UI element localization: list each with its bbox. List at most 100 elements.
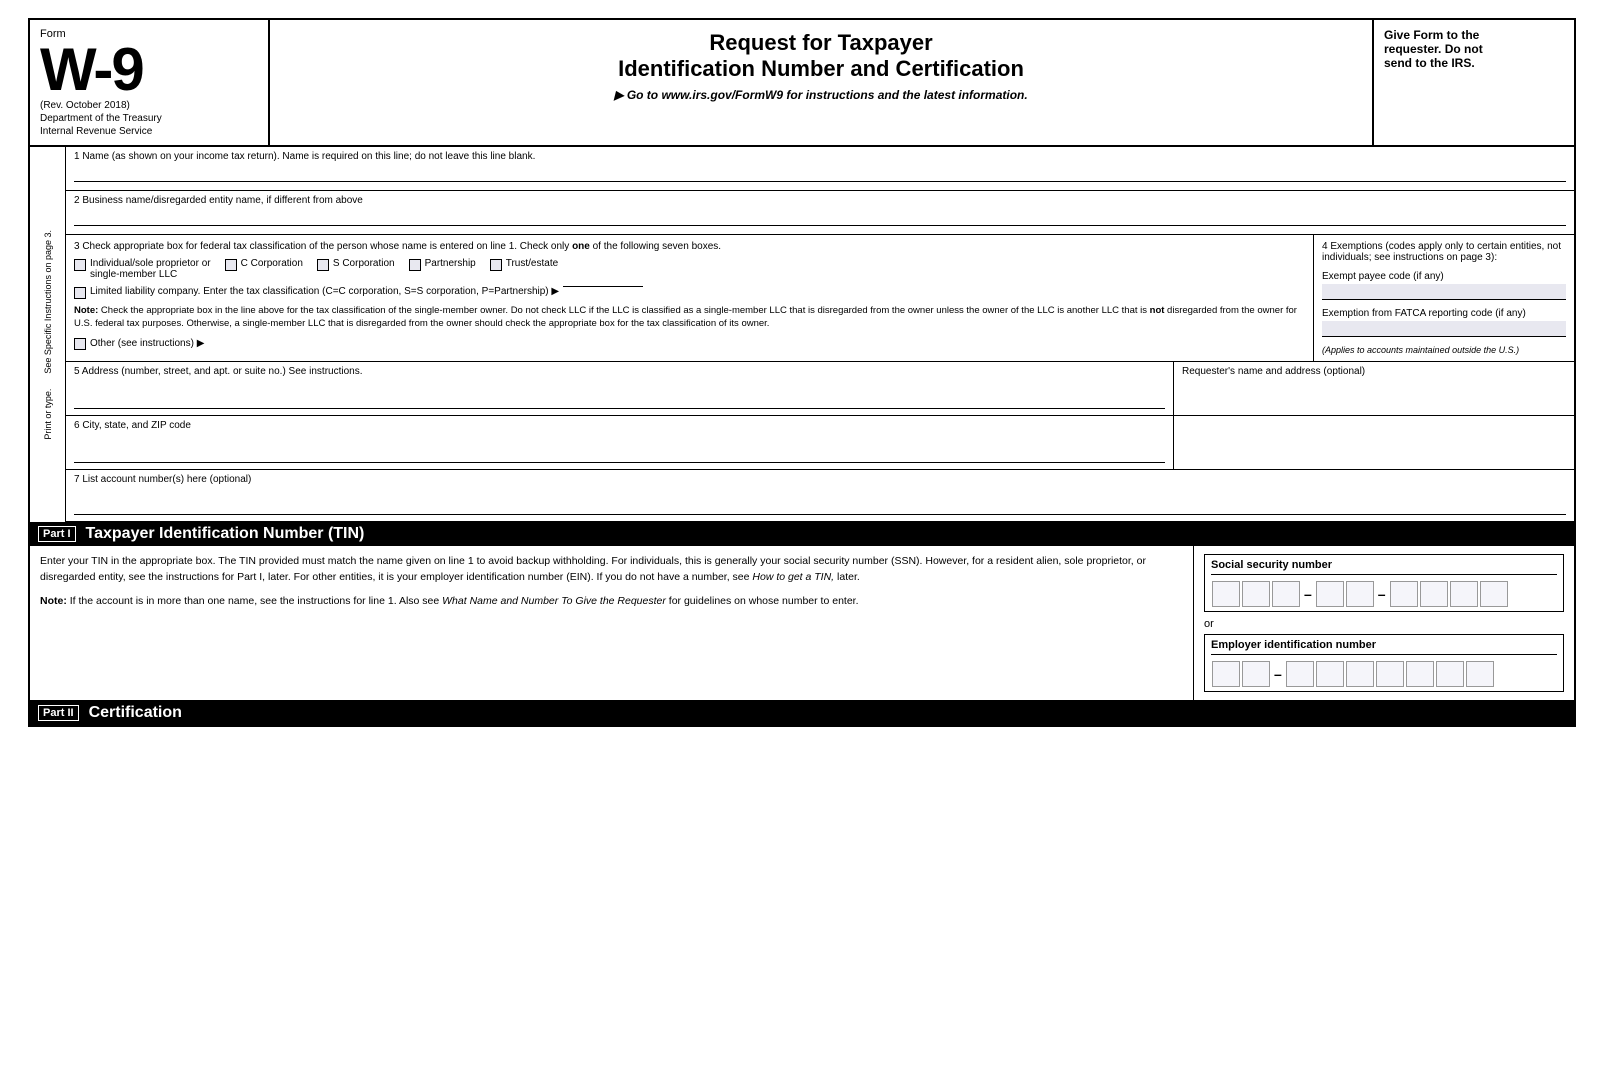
ssn-box-5[interactable] bbox=[1346, 581, 1374, 607]
ein-boxes-row: – bbox=[1211, 661, 1557, 687]
ein-box-5[interactable] bbox=[1346, 661, 1374, 687]
llc-label: Limited liability company. Enter the tax… bbox=[90, 286, 559, 297]
side-label-text2: See Specific Instructions on page 3. bbox=[43, 230, 53, 374]
field1-label: 1 Name (as shown on your income tax retu… bbox=[74, 151, 1566, 162]
side-label-wrapper: Print or type. See Specific Instructions… bbox=[30, 147, 66, 522]
ssn-box-6[interactable] bbox=[1390, 581, 1418, 607]
exempt-payee-input[interactable] bbox=[1322, 284, 1566, 300]
part2-badge: Part II bbox=[38, 705, 79, 721]
how-to-get-tin: How to get a TIN, bbox=[752, 571, 834, 583]
ssn-box-2[interactable] bbox=[1242, 581, 1270, 607]
field6-row: 6 City, state, and ZIP code bbox=[66, 416, 1574, 470]
ssn-box-9[interactable] bbox=[1480, 581, 1508, 607]
note-text: Note: Check the appropriate box in the l… bbox=[74, 305, 1305, 331]
note-bold-label: Note: bbox=[74, 305, 98, 316]
check-c-corp: C Corporation bbox=[225, 258, 303, 271]
label-trust: Trust/estate bbox=[506, 258, 558, 269]
ein-dash: – bbox=[1274, 666, 1282, 682]
form-dept-line1: Department of the Treasury bbox=[40, 113, 258, 124]
give-form-line2: requester. Do not bbox=[1384, 42, 1564, 56]
checkbox-partnership[interactable] bbox=[409, 259, 421, 271]
field1-input[interactable] bbox=[74, 164, 1566, 182]
field2-label: 2 Business name/disregarded entity name,… bbox=[74, 195, 1566, 206]
ein-box-4[interactable] bbox=[1316, 661, 1344, 687]
checkbox-individual[interactable] bbox=[74, 259, 86, 271]
part2-title: Certification bbox=[89, 704, 182, 722]
ein-box-6[interactable] bbox=[1376, 661, 1404, 687]
header-right: Give Form to the requester. Do not send … bbox=[1374, 20, 1574, 145]
check-individual: Individual/sole proprietor orsingle-memb… bbox=[74, 258, 211, 280]
what-name-italic: What Name and Number To Give the Request… bbox=[442, 595, 666, 607]
applies-text: (Applies to accounts maintained outside … bbox=[1322, 345, 1566, 355]
note-not: not bbox=[1150, 305, 1165, 316]
field1-row: 1 Name (as shown on your income tax retu… bbox=[66, 147, 1574, 191]
part1-body-text: Enter your TIN in the appropriate box. T… bbox=[40, 554, 1183, 586]
form-number: W-9 bbox=[40, 40, 258, 100]
ssn-box-7[interactable] bbox=[1420, 581, 1448, 607]
ein-label: Employer identification number bbox=[1211, 639, 1557, 655]
form-rev: (Rev. October 2018) bbox=[40, 100, 258, 111]
fatca-label: Exemption from FATCA reporting code (if … bbox=[1322, 308, 1566, 319]
part1-header: Part I Taxpayer Identification Number (T… bbox=[30, 522, 1574, 546]
header-left: Form W-9 (Rev. October 2018) Department … bbox=[30, 20, 270, 145]
label-s-corp: S Corporation bbox=[333, 258, 395, 269]
ssn-box-8[interactable] bbox=[1450, 581, 1478, 607]
give-form-line1: Give Form to the bbox=[1384, 28, 1564, 42]
ssn-label: Social security number bbox=[1211, 559, 1557, 575]
form-header: Form W-9 (Rev. October 2018) Department … bbox=[30, 20, 1574, 147]
ein-box-8[interactable] bbox=[1436, 661, 1464, 687]
ssn-box-1[interactable] bbox=[1212, 581, 1240, 607]
checkbox-c-corp[interactable] bbox=[225, 259, 237, 271]
field6-left: 6 City, state, and ZIP code bbox=[66, 416, 1174, 469]
form-body: Print or type. See Specific Instructions… bbox=[30, 147, 1574, 522]
ein-box-3[interactable] bbox=[1286, 661, 1314, 687]
w9-form: Form W-9 (Rev. October 2018) Department … bbox=[28, 18, 1576, 727]
ein-box-7[interactable] bbox=[1406, 661, 1434, 687]
ssn-boxes-row: – – bbox=[1211, 581, 1557, 607]
checkbox-trust[interactable] bbox=[490, 259, 502, 271]
check-partnership: Partnership bbox=[409, 258, 476, 271]
field6-label: 6 City, state, and ZIP code bbox=[74, 420, 1165, 431]
ssn-box-4[interactable] bbox=[1316, 581, 1344, 607]
part2-header: Part II Certification bbox=[30, 701, 1574, 725]
field4-label: 4 Exemptions (codes apply only to certai… bbox=[1322, 241, 1566, 263]
fatca-input[interactable] bbox=[1322, 321, 1566, 337]
field7-input[interactable] bbox=[74, 497, 1566, 515]
checkbox-s-corp[interactable] bbox=[317, 259, 329, 271]
checkbox-other[interactable] bbox=[74, 338, 86, 350]
other-label: Other (see instructions) ▶ bbox=[90, 338, 204, 349]
field2-input[interactable] bbox=[74, 208, 1566, 226]
exempt-payee-label: Exempt payee code (if any) bbox=[1322, 271, 1566, 282]
field7-label: 7 List account number(s) here (optional) bbox=[74, 474, 1566, 485]
requesters-label: Requester's name and address (optional) bbox=[1182, 366, 1566, 377]
check-s-corp: S Corporation bbox=[317, 258, 395, 271]
field3-label-one: one bbox=[572, 241, 590, 252]
ein-box-2[interactable] bbox=[1242, 661, 1270, 687]
field6-right bbox=[1174, 416, 1574, 469]
field6-input[interactable] bbox=[74, 445, 1165, 463]
classification-boxes: Individual/sole proprietor orsingle-memb… bbox=[74, 258, 1305, 280]
row3-4: 3 Check appropriate box for federal tax … bbox=[66, 235, 1574, 362]
llc-line-input[interactable] bbox=[563, 286, 643, 287]
llc-row: Limited liability company. Enter the tax… bbox=[74, 286, 1305, 299]
ein-box-9[interactable] bbox=[1466, 661, 1494, 687]
requesters-right: Requester's name and address (optional) bbox=[1174, 362, 1574, 415]
label-c-corp: C Corporation bbox=[241, 258, 303, 269]
ein-box-1[interactable] bbox=[1212, 661, 1240, 687]
ssn-box-3[interactable] bbox=[1272, 581, 1300, 607]
field3-label: 3 Check appropriate box for federal tax … bbox=[74, 241, 1305, 252]
part1-left: Enter your TIN in the appropriate box. T… bbox=[30, 546, 1194, 700]
checkbox-llc[interactable] bbox=[74, 287, 86, 299]
ssn-dash-2: – bbox=[1378, 586, 1386, 602]
field2-row: 2 Business name/disregarded entity name,… bbox=[66, 191, 1574, 235]
field5-left: 5 Address (number, street, and apt. or s… bbox=[66, 362, 1174, 415]
ein-group: Employer identification number – bbox=[1204, 634, 1564, 692]
give-form-line3: send to the IRS. bbox=[1384, 56, 1564, 70]
field5-input[interactable] bbox=[74, 391, 1165, 409]
header-center: Request for Taxpayer Identification Numb… bbox=[270, 20, 1374, 145]
side-label: Print or type. See Specific Instructions… bbox=[41, 226, 55, 444]
field4-section: 4 Exemptions (codes apply only to certai… bbox=[1314, 235, 1574, 361]
field5-label: 5 Address (number, street, and apt. or s… bbox=[74, 366, 1165, 377]
ssn-dash-1: – bbox=[1304, 586, 1312, 602]
ssn-group: Social security number – – bbox=[1204, 554, 1564, 612]
